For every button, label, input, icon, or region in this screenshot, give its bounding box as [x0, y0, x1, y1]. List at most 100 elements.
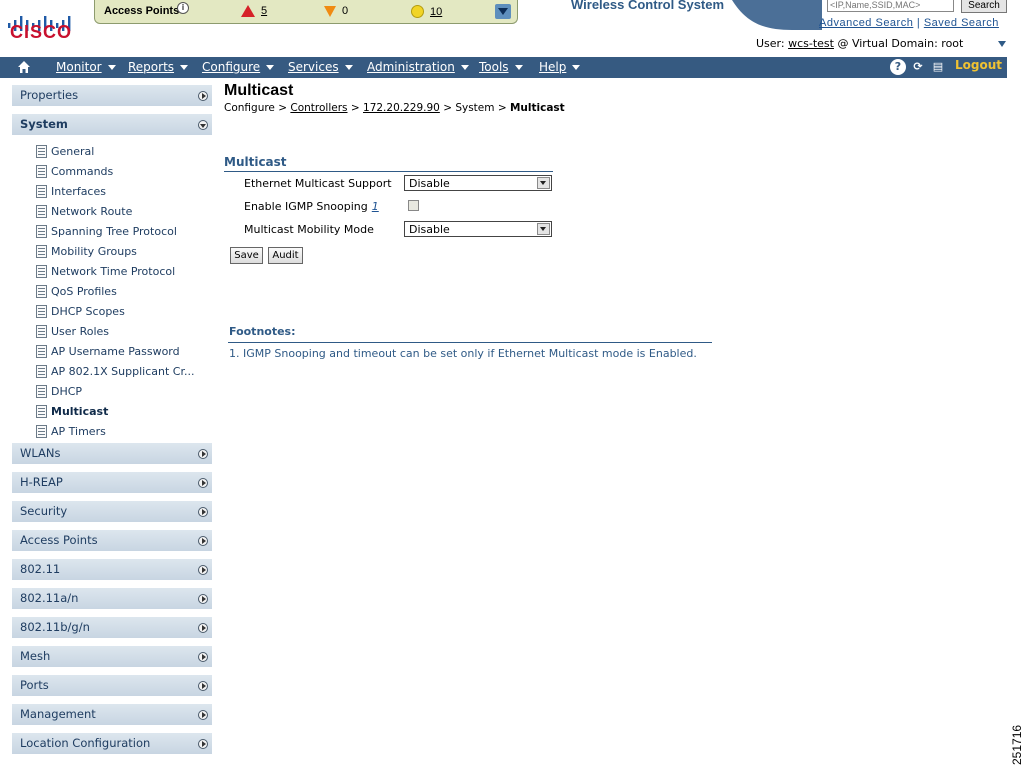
sidebar-item-ap-timers[interactable]: AP Timers — [36, 425, 106, 438]
page-icon — [36, 425, 47, 438]
nav-tools-label: Tools — [479, 60, 509, 74]
nav-reports-label: Reports — [128, 60, 175, 74]
sidebar-item-interfaces[interactable]: Interfaces — [36, 185, 106, 198]
help-icon[interactable]: ? — [890, 59, 906, 75]
sidebar-item-label: DHCP Scopes — [51, 305, 125, 318]
expand-icon[interactable] — [198, 449, 208, 459]
sidebar-item-user-roles[interactable]: User Roles — [36, 325, 109, 338]
nav-administration[interactable]: Administration — [367, 60, 469, 74]
nav-help[interactable]: Help — [539, 60, 581, 74]
sidebar-item-properties[interactable]: Properties — [12, 85, 212, 107]
print-icon[interactable]: ▤ — [930, 59, 946, 75]
sidebar-item-location-configuration[interactable]: Location Configuration — [12, 733, 212, 755]
sidebar-item-label: 802.11 — [20, 562, 61, 576]
nav-monitor[interactable]: Monitor — [56, 60, 116, 74]
saved-search-link[interactable]: Saved Search — [924, 17, 999, 29]
expand-icon[interactable] — [198, 507, 208, 517]
sidebar-item-dhcp-scopes[interactable]: DHCP Scopes — [36, 305, 125, 318]
user-label: User: — [756, 37, 785, 50]
minor-alarm-count[interactable]: 10 — [430, 6, 442, 18]
expand-icon[interactable] — [198, 739, 208, 749]
sidebar-item-80211an[interactable]: 802.11a/n — [12, 588, 212, 610]
sidebar-item-management[interactable]: Management — [12, 704, 212, 726]
nav-monitor-label: Monitor — [56, 60, 102, 74]
major-alarm[interactable]: 0 — [324, 5, 348, 17]
minor-alarm[interactable]: 10 — [411, 5, 442, 18]
sidebar-item-multicast[interactable]: Multicast — [36, 405, 108, 418]
alarm-summary-bar[interactable]: Access Points i 5 0 10 — [94, 0, 518, 24]
expand-icon[interactable] — [198, 91, 208, 101]
sidebar-item-80211bgn[interactable]: 802.11b/g/n — [12, 617, 212, 639]
sidebar-item-mesh[interactable]: Mesh — [12, 646, 212, 668]
footnotes-title: Footnotes: — [229, 325, 296, 338]
expand-icon[interactable] — [198, 536, 208, 546]
nav-configure-label: Configure — [202, 60, 261, 74]
sidebar-item-wlans[interactable]: WLANs — [12, 443, 212, 465]
igmp-snooping-checkbox[interactable] — [408, 200, 419, 211]
audit-button[interactable]: Audit — [268, 247, 303, 264]
chevron-down-icon — [180, 64, 189, 70]
nav-services[interactable]: Services — [288, 60, 353, 74]
breadcrumb-separator: > — [278, 102, 288, 114]
expand-icon[interactable] — [198, 478, 208, 488]
sidebar-item-label: Multicast — [51, 405, 109, 418]
sidebar-item-80211[interactable]: 802.11 — [12, 559, 212, 581]
sidebar-item-label: Mesh — [20, 649, 51, 663]
chevron-down-icon — [572, 64, 581, 70]
critical-alarm[interactable]: 5 — [241, 5, 267, 17]
domain-dropdown-icon[interactable] — [998, 41, 1006, 47]
alarm-dropdown-icon[interactable] — [495, 4, 511, 19]
breadcrumb-controller-ip-link[interactable]: 172.20.229.90 — [363, 102, 440, 114]
sidebar-item-dhcp[interactable]: DHCP — [36, 385, 82, 398]
sidebar-item-network-time-protocol[interactable]: Network Time Protocol — [36, 265, 175, 278]
advanced-search-link[interactable]: Advanced Search — [819, 17, 913, 29]
info-icon[interactable]: i — [177, 2, 189, 14]
expand-icon[interactable] — [198, 565, 208, 575]
sidebar-item-qos-profiles[interactable]: QoS Profiles — [36, 285, 117, 298]
home-icon[interactable] — [17, 60, 31, 74]
logout-button[interactable]: Logout — [955, 58, 1002, 72]
sidebar-item-network-route[interactable]: Network Route — [36, 205, 132, 218]
sidebar-item-security[interactable]: Security — [12, 501, 212, 523]
page-icon — [36, 185, 47, 198]
nav-tools[interactable]: Tools — [479, 60, 523, 74]
sidebar-item-mobility-groups[interactable]: Mobility Groups — [36, 245, 137, 258]
save-button[interactable]: Save — [230, 247, 263, 264]
sidebar-item-ap-8021x-supplicant[interactable]: AP 802.1X Supplicant Cr... — [36, 365, 194, 378]
footnote-link[interactable]: 1 — [372, 200, 379, 213]
expand-icon[interactable] — [198, 623, 208, 633]
sidebar-item-commands[interactable]: Commands — [36, 165, 113, 178]
expand-icon[interactable] — [198, 681, 208, 691]
page-icon — [36, 245, 47, 258]
critical-alarm-count[interactable]: 5 — [261, 5, 267, 17]
ethernet-multicast-select[interactable]: Disable — [404, 175, 552, 191]
sidebar-item-ports[interactable]: Ports — [12, 675, 212, 697]
sidebar-item-access-points[interactable]: Access Points — [12, 530, 212, 552]
chevron-down-icon[interactable] — [537, 177, 550, 189]
expand-icon[interactable] — [198, 594, 208, 604]
virtual-domain-value: root — [941, 37, 964, 50]
search-input[interactable] — [827, 0, 954, 12]
breadcrumb-controllers-link[interactable]: Controllers — [290, 102, 347, 114]
nav-configure[interactable]: Configure — [202, 60, 275, 74]
expand-icon[interactable] — [198, 710, 208, 720]
link-separator: | — [916, 17, 921, 29]
sidebar-item-label: Spanning Tree Protocol — [51, 225, 177, 238]
sidebar-item-label: Network Route — [51, 205, 133, 218]
sidebar-item-label: Location Configuration — [20, 736, 151, 750]
search-button[interactable]: Search — [961, 0, 1007, 13]
nav-reports[interactable]: Reports — [128, 60, 189, 74]
sidebar-item-h-reap[interactable]: H-REAP — [12, 472, 212, 494]
chevron-down-icon[interactable] — [537, 223, 550, 235]
user-name-link[interactable]: wcs-test — [788, 37, 834, 50]
multicast-mobility-select[interactable]: Disable — [404, 221, 552, 237]
sidebar-item-system[interactable]: System — [12, 114, 212, 136]
sidebar-item-spanning-tree[interactable]: Spanning Tree Protocol — [36, 225, 177, 238]
expand-icon[interactable] — [198, 652, 208, 662]
sidebar-item-general[interactable]: General — [36, 145, 94, 158]
refresh-icon[interactable]: ⟳ — [910, 59, 926, 75]
collapse-icon[interactable] — [198, 120, 208, 130]
sidebar-item-ap-username-password[interactable]: AP Username Password — [36, 345, 180, 358]
sidebar-item-label: Commands — [51, 165, 114, 178]
breadcrumb-current: Multicast — [509, 102, 565, 114]
